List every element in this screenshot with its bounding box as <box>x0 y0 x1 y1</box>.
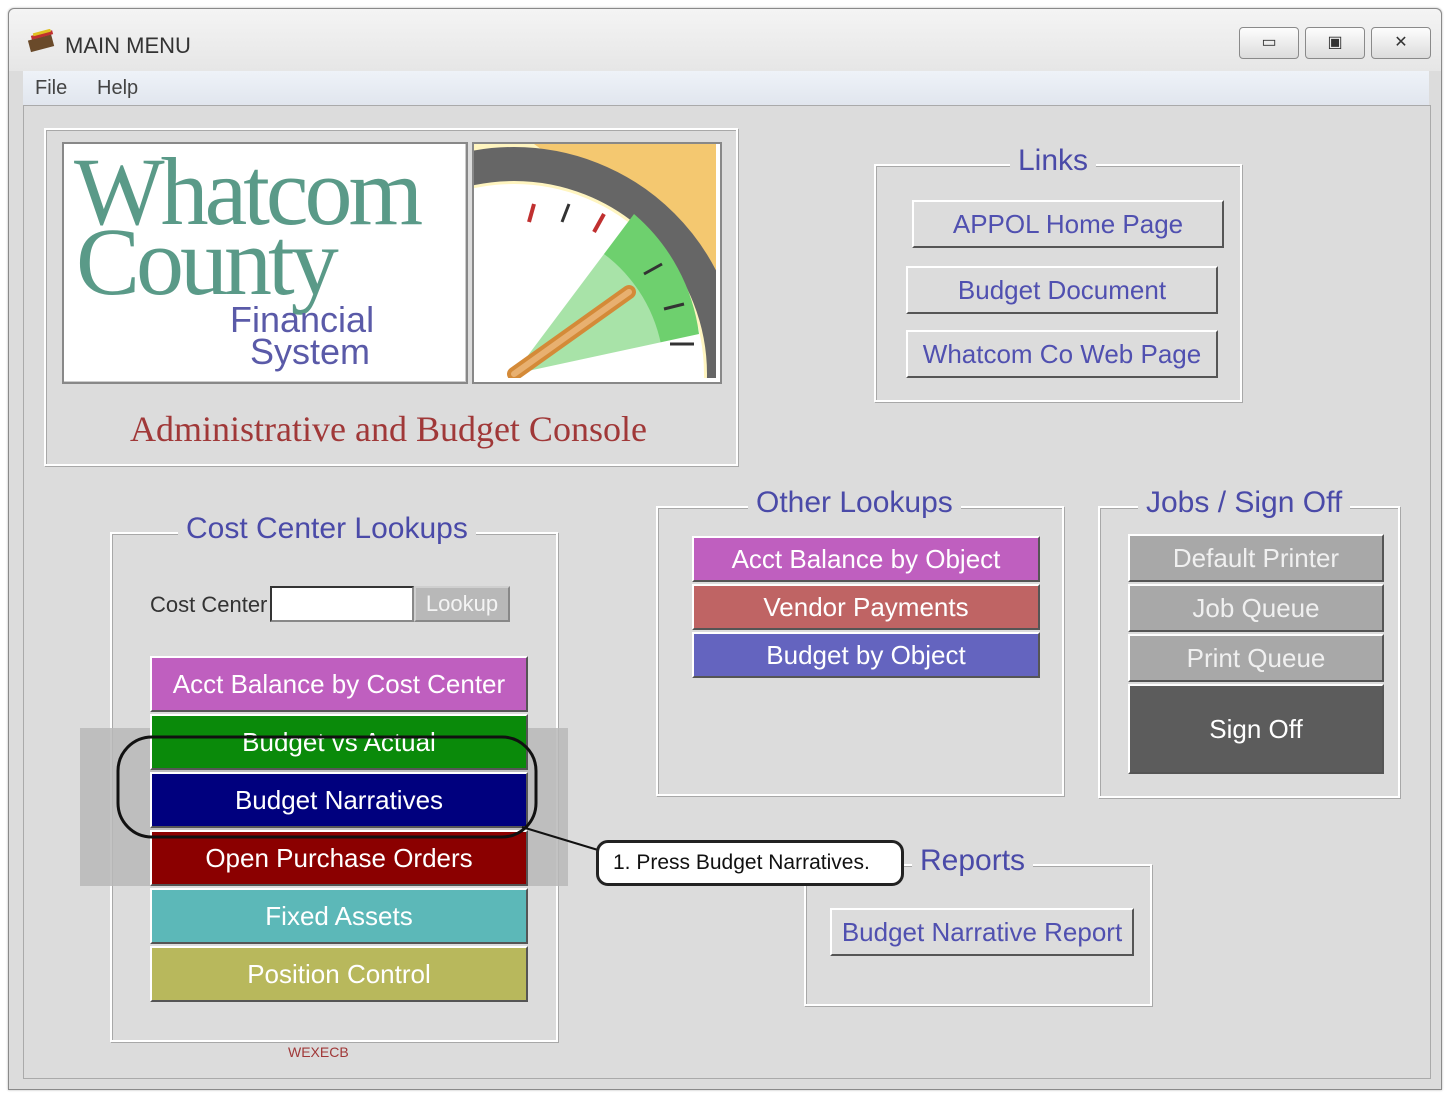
callout-highlight-ring <box>116 735 538 839</box>
callout-overlay <box>116 735 599 851</box>
callout-instruction: 1. Press Budget Narratives. <box>596 840 904 886</box>
callout-pointer-line <box>521 826 599 851</box>
